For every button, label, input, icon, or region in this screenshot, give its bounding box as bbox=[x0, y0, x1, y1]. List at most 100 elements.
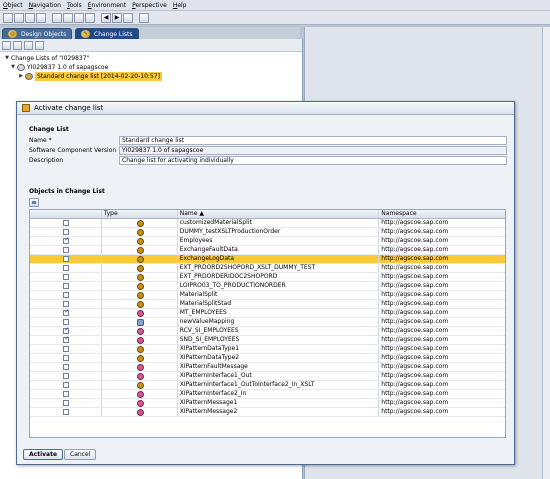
select-cell bbox=[30, 318, 102, 326]
type-cell bbox=[102, 282, 178, 290]
table-row[interactable]: ExchangeFaultData http://agscoe.sap.com bbox=[30, 246, 505, 255]
menu-object[interactable]: Object bbox=[3, 2, 23, 9]
table-row[interactable]: MaterialSplitStad http://agscoe.sap.com bbox=[30, 300, 505, 309]
back-icon[interactable]: ◀ bbox=[101, 12, 111, 23]
row-checkbox[interactable] bbox=[63, 355, 70, 361]
table-row[interactable]: XIPatternInterface1_OutToInterface2_In_X… bbox=[30, 381, 505, 390]
column-header-type[interactable]: Type bbox=[102, 210, 178, 218]
table-row[interactable]: ExchangeLogData http://agscoe.sap.com bbox=[30, 255, 505, 264]
namespace-cell: http://agscoe.sap.com bbox=[381, 291, 449, 298]
panel-new-icon[interactable] bbox=[35, 40, 44, 50]
type-cell bbox=[102, 246, 178, 254]
menu-help[interactable]: Help bbox=[173, 2, 187, 9]
row-checkbox[interactable] bbox=[63, 400, 70, 406]
display-icon[interactable] bbox=[63, 12, 73, 23]
namespace-cell: http://agscoe.sap.com bbox=[381, 399, 449, 406]
name-cell: MT_EMPLOYEES bbox=[178, 309, 380, 317]
tree-swcv-node[interactable]: ▼ YI029837 1.0 of sapagscoe bbox=[3, 63, 299, 72]
editor-scrollbar[interactable] bbox=[542, 27, 550, 479]
new-icon[interactable] bbox=[3, 12, 13, 23]
table-row[interactable]: XIPatternMessage1 http://agscoe.sap.com bbox=[30, 399, 505, 408]
table-row[interactable]: MT_EMPLOYEEShttp://agscoe.sap.com bbox=[30, 309, 505, 318]
row-checkbox[interactable] bbox=[63, 237, 69, 244]
message-type-icon bbox=[136, 363, 144, 371]
row-checkbox[interactable] bbox=[63, 220, 70, 226]
panel-collapse-icon[interactable] bbox=[13, 40, 22, 50]
row-checkbox[interactable] bbox=[63, 301, 70, 307]
menu-perspective[interactable]: Perspective bbox=[132, 2, 167, 9]
save-icon[interactable] bbox=[25, 12, 35, 23]
table-row[interactable]: Employeeshttp://agscoe.sap.com bbox=[30, 237, 505, 246]
column-header-select[interactable] bbox=[30, 210, 102, 218]
activate-icon[interactable] bbox=[85, 12, 95, 23]
open-icon[interactable] bbox=[14, 12, 24, 23]
expanded-arrow-icon[interactable]: ▼ bbox=[9, 63, 17, 72]
activate-button[interactable]: Activate bbox=[23, 449, 64, 460]
row-checkbox[interactable] bbox=[63, 373, 70, 379]
row-checkbox[interactable] bbox=[63, 319, 70, 325]
edit-icon[interactable] bbox=[52, 12, 62, 23]
dialog-title-bar: Activate change list bbox=[17, 102, 514, 115]
column-header-namespace[interactable]: Namespace bbox=[379, 210, 505, 218]
row-checkbox[interactable] bbox=[63, 409, 70, 415]
table-row[interactable]: EXT_PRDORD2SHOPORD_XSLT_DUMMY_TEST http:/… bbox=[30, 264, 505, 273]
type-cell bbox=[102, 291, 178, 299]
table-row[interactable]: XIPatternInterface1_Out http://agscoe.sap… bbox=[30, 372, 505, 381]
name-field[interactable]: Standard change list bbox=[119, 136, 507, 145]
row-checkbox[interactable] bbox=[63, 309, 69, 316]
name-cell: Employees bbox=[178, 237, 380, 245]
check-icon[interactable] bbox=[74, 12, 84, 23]
tab-change-lists[interactable]: ✎ Change Lists bbox=[75, 28, 139, 39]
table-row[interactable]: customizedMaterialSplit http://agscoe.sap… bbox=[30, 219, 505, 228]
table-row[interactable]: XIPatternDataType2 http://agscoe.sap.com bbox=[30, 354, 505, 363]
object-type-icon bbox=[136, 300, 144, 308]
table-row[interactable]: SND_SI_EMPLOYEEShttp://agscoe.sap.com bbox=[30, 336, 505, 345]
message-type-icon bbox=[136, 390, 144, 398]
row-checkbox[interactable] bbox=[63, 382, 70, 388]
namespace-cell: http://agscoe.sap.com bbox=[381, 219, 449, 226]
save-all-icon[interactable] bbox=[36, 12, 46, 23]
table-row[interactable]: XIPatternInterface2_In http://agscoe.sap.… bbox=[30, 390, 505, 399]
table-row[interactable]: XIPatternFaultMessage http://agscoe.sap.c… bbox=[30, 363, 505, 372]
menu-tools[interactable]: Tools bbox=[67, 2, 82, 9]
table-row[interactable]: EXT_PRDORDERIDOC2SHOPORD http://agscoe.sa… bbox=[30, 273, 505, 282]
table-row[interactable]: XIPatternDataType1 http://agscoe.sap.com bbox=[30, 345, 505, 354]
row-checkbox[interactable] bbox=[63, 336, 69, 343]
table-row[interactable]: LOIPRO03_TO_PRODUCTIONORDER http://agscoe… bbox=[30, 282, 505, 291]
design-objects-icon: ◎ bbox=[8, 30, 17, 38]
tab-design-objects[interactable]: ◎ Design Objects bbox=[2, 28, 73, 39]
row-checkbox[interactable] bbox=[63, 229, 70, 235]
table-row[interactable]: XIPatternMessage2 http://agscoe.sap.com bbox=[30, 408, 505, 417]
panel-filter-icon[interactable] bbox=[24, 40, 33, 50]
row-checkbox[interactable] bbox=[63, 292, 70, 298]
menu-navigation[interactable]: Navigation bbox=[29, 2, 61, 9]
table-row[interactable]: RCV_SI_EMPLOYEEShttp://agscoe.sap.com bbox=[30, 327, 505, 336]
row-checkbox[interactable] bbox=[63, 265, 70, 271]
expanded-arrow-icon[interactable]: ▼ bbox=[3, 54, 11, 63]
select-all-icon[interactable] bbox=[29, 198, 39, 207]
table-row[interactable]: newValueMapping http://agscoe.sap.com bbox=[30, 318, 505, 327]
menu-environment[interactable]: Environment bbox=[88, 2, 126, 9]
row-checkbox[interactable] bbox=[63, 364, 70, 370]
settings-icon[interactable] bbox=[139, 12, 149, 23]
row-checkbox[interactable] bbox=[63, 346, 70, 352]
name-cell: MaterialSplitStad bbox=[178, 300, 380, 308]
table-row[interactable]: DUMMY_testXSLTProductionOrder http://agsc… bbox=[30, 228, 505, 237]
tree-change-list-node[interactable]: ▶ Standard change list [2014-02-20-10:57… bbox=[3, 72, 299, 81]
row-checkbox[interactable] bbox=[63, 256, 70, 262]
row-checkbox[interactable] bbox=[63, 274, 70, 280]
cancel-button[interactable]: Cancel bbox=[64, 449, 97, 460]
change-list-icon bbox=[25, 73, 33, 80]
row-checkbox[interactable] bbox=[63, 283, 70, 289]
row-checkbox[interactable] bbox=[63, 247, 70, 253]
collapsed-arrow-icon[interactable]: ▶ bbox=[17, 72, 25, 81]
panel-options-icon[interactable] bbox=[2, 40, 11, 50]
row-checkbox[interactable] bbox=[63, 327, 69, 334]
description-field[interactable]: Change list for activating individually bbox=[119, 156, 507, 165]
row-checkbox[interactable] bbox=[63, 391, 70, 397]
tree-root[interactable]: ▼ Change Lists of "I029837" bbox=[3, 54, 299, 63]
table-row[interactable]: MaterialSplit http://agscoe.sap.com bbox=[30, 291, 505, 300]
forward-icon[interactable]: ▶ bbox=[112, 12, 122, 23]
refresh-icon[interactable] bbox=[123, 12, 133, 23]
column-header-name[interactable]: Name ▲ bbox=[178, 210, 380, 218]
